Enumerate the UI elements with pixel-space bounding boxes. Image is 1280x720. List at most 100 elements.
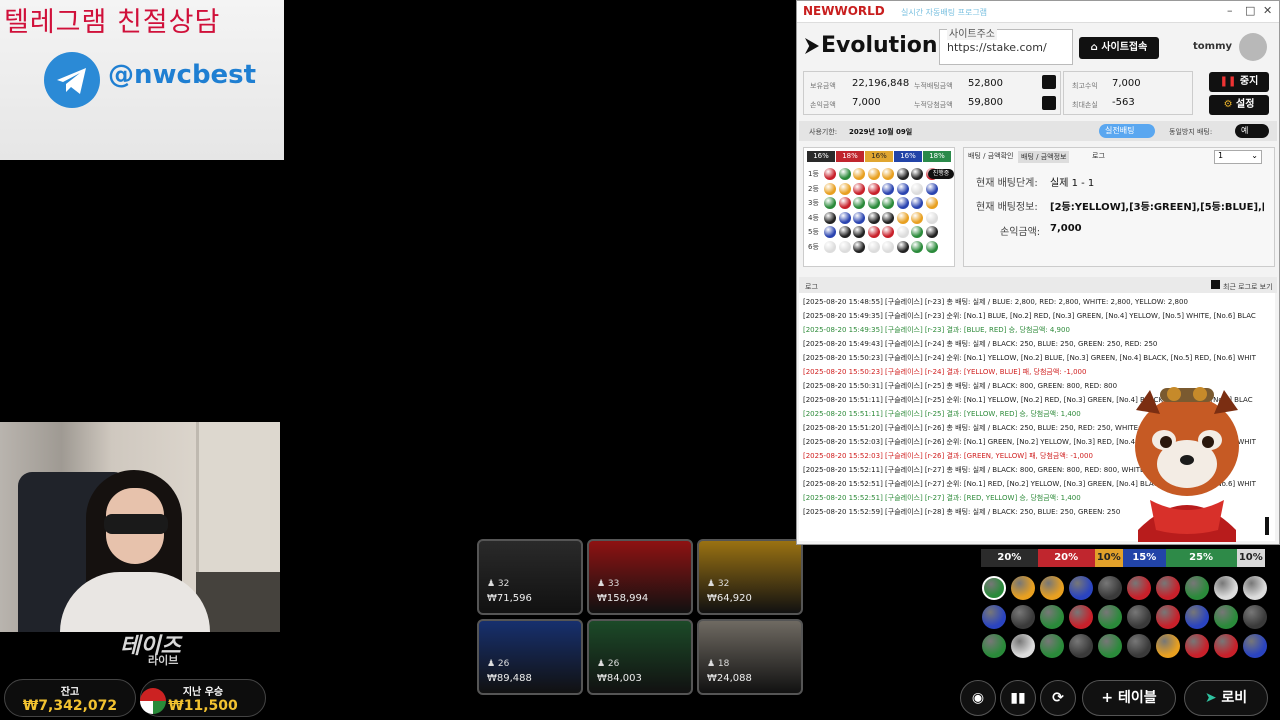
- ball: [896, 211, 909, 224]
- pl2-label: 손익금액:: [1000, 227, 1041, 238]
- roadmap-ball: [982, 634, 1006, 658]
- profit-loss-panel: 최고수익 7,000 최대손실 -563: [1063, 71, 1193, 115]
- ball: [925, 211, 938, 224]
- ball: [867, 182, 880, 195]
- username: tommy: [1193, 41, 1233, 52]
- ball: [882, 182, 894, 195]
- ball: [853, 211, 865, 224]
- settings-button[interactable]: ⚙ 설정: [1209, 95, 1269, 115]
- max-loss-value: -563: [1112, 97, 1135, 108]
- roadmap-ball: [1185, 605, 1209, 629]
- site-address-label: 사이트주소: [947, 25, 997, 40]
- log-line: [2025-08-20 15:48:55] [구슬레이스] [r-23] 총 배…: [803, 298, 1188, 306]
- rank-label: 5등: [808, 228, 819, 236]
- bet-tile[interactable]: ♟ 32 ₩71,596: [477, 539, 583, 615]
- rank-label: 3등: [808, 199, 819, 207]
- live-bet-toggle[interactable]: 실전배팅: [1099, 124, 1155, 138]
- pl2-value: 7,000: [1050, 223, 1082, 234]
- rank-label: 2등: [808, 184, 819, 193]
- site-address-input[interactable]: https://stake.com/: [947, 41, 1047, 54]
- plus-icon: +: [1101, 690, 1114, 706]
- red-panda-mascot: [1120, 380, 1254, 542]
- bet-tile[interactable]: ♟ 18 ₩24,088: [697, 619, 803, 695]
- bet-tile[interactable]: ♟ 26 ₩84,003: [587, 619, 693, 695]
- max-profit-label: 최고수익: [1072, 82, 1098, 90]
- bet-tile[interactable]: ♟ 32 ₩64,920: [697, 539, 803, 615]
- stop-label: 중지: [1239, 76, 1259, 87]
- tile-amount: ₩84,003: [597, 673, 642, 684]
- ball: [925, 182, 938, 195]
- balance-label: 잔고: [60, 687, 80, 698]
- log-line: [2025-08-20 15:51:20] [구슬레이스] [r-26] 총 배…: [803, 424, 1156, 432]
- recent-log-label: 최근 로그로 보기: [1223, 283, 1273, 291]
- recent-log-checkbox[interactable]: [1211, 280, 1220, 289]
- tile-amount: ₩24,088: [707, 673, 752, 684]
- ball: [838, 168, 851, 180]
- roadmap-ball: [1156, 576, 1180, 600]
- ball: [867, 240, 880, 253]
- rank-label: 4등: [808, 213, 819, 222]
- stop-button[interactable]: ❚❚ 중지: [1209, 72, 1269, 92]
- refresh-icon: ⟳: [1052, 690, 1064, 706]
- marble-icon: [140, 688, 166, 714]
- percent-chip: 18%: [836, 151, 864, 162]
- webcam-feed: [0, 422, 280, 632]
- tab-bet-info[interactable]: 배팅 / 금액정보: [1018, 151, 1070, 163]
- bet-tile[interactable]: ♟ 33 ₩158,994: [587, 539, 693, 615]
- expiry-value: 2029년 10월 09일: [849, 128, 913, 136]
- ball: [853, 240, 865, 253]
- bet-stage-value: 실제 1 - 1: [1050, 178, 1095, 189]
- roadmap-ball: [1243, 634, 1267, 658]
- rank-label: 1등: [808, 170, 819, 178]
- cum-win-label: 누적당첨금액: [914, 101, 953, 109]
- roadmap-ball: [1040, 634, 1064, 658]
- log-label: 로그: [805, 283, 818, 291]
- tile-player-count: ♟ 18: [707, 659, 730, 669]
- log-scrollbar[interactable]: [1265, 517, 1269, 535]
- bar-chart-icon: ▮▮: [1010, 690, 1026, 706]
- chart-icon[interactable]: [1042, 75, 1056, 89]
- brand-name: Evolution: [821, 33, 938, 58]
- telegram-handle: @nwcbest: [108, 60, 257, 90]
- hold-label: 보유금액: [810, 82, 836, 90]
- refresh-button[interactable]: ⟳: [1040, 680, 1076, 716]
- roadmap-ball: [1069, 605, 1093, 629]
- lobby-label: 로비: [1221, 690, 1248, 706]
- bet-tile[interactable]: ♟ 26 ₩89,488: [477, 619, 583, 695]
- stats-button[interactable]: ▮▮: [1000, 680, 1036, 716]
- add-table-button[interactable]: + 테이블: [1082, 680, 1176, 716]
- same-room-toggle[interactable]: 예: [1235, 124, 1269, 138]
- percent-segment: 25%: [1165, 549, 1237, 567]
- ball: [867, 197, 880, 209]
- site-connect-button[interactable]: ⌂ 사이트접속: [1079, 37, 1159, 59]
- close-icon[interactable]: ✕: [1263, 4, 1272, 17]
- ball: [853, 168, 865, 180]
- tile-player-count: ♟ 32: [487, 579, 510, 589]
- ball: [838, 211, 851, 224]
- bet-info-label: 현재 배팅정보:: [976, 202, 1038, 213]
- roadmap-ball: [982, 605, 1006, 629]
- maximize-icon[interactable]: □: [1245, 4, 1255, 17]
- chips-button[interactable]: ◉: [960, 680, 996, 716]
- tab-log[interactable]: 로그: [1092, 151, 1105, 161]
- app-title-sub: 실시간 자동배팅 프로그램: [901, 8, 988, 17]
- clock-icon[interactable]: [1042, 96, 1056, 110]
- log-line: [2025-08-20 15:52:03] [구슬레이스] [r-26] 결과:…: [803, 452, 1093, 460]
- roadmap-ball: [982, 576, 1006, 600]
- ball: [896, 226, 909, 238]
- percent-chip: 16%: [865, 151, 893, 162]
- app-title: NEWWORLD: [803, 4, 885, 18]
- round-select[interactable]: 1 ⌄: [1214, 150, 1262, 164]
- tile-player-count: ♟ 33: [597, 579, 620, 589]
- roadmap-ball: [1098, 605, 1122, 629]
- balance-pill: 잔고 ₩7,342,072: [4, 679, 136, 717]
- lobby-button[interactable]: ➤ 로비: [1184, 680, 1268, 716]
- lobby-arrow-icon: ➤: [1204, 690, 1217, 706]
- pl-label: 손익금액: [810, 101, 836, 109]
- roadmap-ball: [1243, 576, 1267, 600]
- minimize-icon[interactable]: –: [1227, 4, 1233, 17]
- tab-bet-check[interactable]: 배팅 / 금액확인: [968, 151, 1013, 161]
- roadmap-ball: [1185, 634, 1209, 658]
- same-room-label: 동일방지 배팅:: [1169, 128, 1213, 136]
- roadmap-ball: [1040, 576, 1064, 600]
